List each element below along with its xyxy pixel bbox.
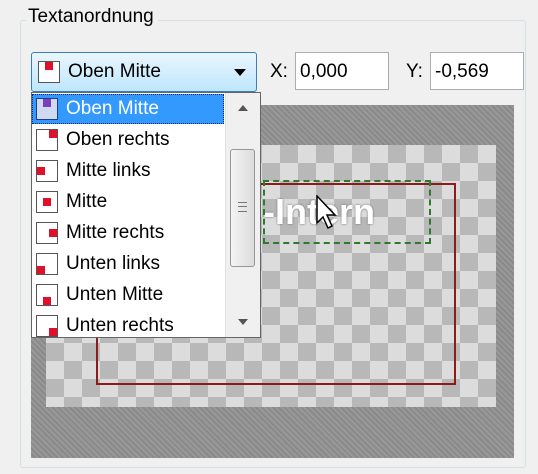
x-label: X: bbox=[270, 61, 288, 82]
list-item-label: Mitte links bbox=[66, 160, 151, 181]
list-item-label: Oben Mitte bbox=[66, 98, 159, 119]
list-item-label: Unten rechts bbox=[66, 315, 174, 336]
position-top-center-icon bbox=[36, 98, 58, 120]
list-item[interactable]: Oben Mitte bbox=[32, 94, 224, 124]
list-item-label: Mitte bbox=[66, 191, 108, 212]
y-label: Y: bbox=[406, 61, 423, 82]
dropdown-scrollbar[interactable] bbox=[225, 93, 260, 337]
group-title: Textanordnung bbox=[26, 6, 158, 28]
text-position-combobox[interactable]: Oben Mitte bbox=[31, 52, 257, 92]
position-dropdown-list[interactable]: Oben Mitte Oben rechts Mitte links Mitte… bbox=[31, 92, 261, 338]
arrow-up-icon bbox=[238, 105, 248, 111]
x-coordinate-input[interactable]: 0,000 bbox=[295, 52, 389, 90]
y-coordinate-input[interactable]: -0,569 bbox=[430, 52, 524, 90]
list-item-label: Oben rechts bbox=[66, 129, 170, 150]
position-bottom-right-icon bbox=[36, 315, 58, 337]
list-item-label: Unten links bbox=[66, 253, 160, 274]
grip-icon bbox=[238, 202, 247, 212]
text-bounding-box[interactable] bbox=[263, 180, 431, 244]
list-item[interactable]: Unten Mitte bbox=[32, 280, 224, 310]
scroll-up-button[interactable] bbox=[226, 93, 260, 123]
list-item[interactable]: Mitte links bbox=[32, 156, 224, 186]
list-item[interactable]: Unten links bbox=[32, 249, 224, 279]
combo-selected-label: Oben Mitte bbox=[68, 61, 161, 82]
scrollbar-thumb[interactable] bbox=[230, 149, 255, 267]
position-bottom-center-icon bbox=[36, 284, 58, 306]
mouse-cursor-icon bbox=[316, 195, 337, 230]
list-item[interactable]: Mitte rechts bbox=[32, 218, 224, 248]
position-middle-left-icon bbox=[36, 160, 58, 182]
arrow-down-icon bbox=[238, 319, 248, 325]
list-item-label: Mitte rechts bbox=[66, 222, 165, 243]
chevron-down-icon[interactable] bbox=[234, 69, 246, 76]
position-bottom-left-icon bbox=[36, 253, 58, 275]
list-item[interactable]: Mitte bbox=[32, 187, 224, 217]
scroll-down-button[interactable] bbox=[226, 307, 260, 337]
list-item-label: Unten Mitte bbox=[66, 284, 164, 305]
position-top-right-icon bbox=[36, 129, 58, 151]
list-item[interactable]: Unten rechts bbox=[32, 311, 224, 337]
list-item[interactable]: Oben rechts bbox=[32, 125, 224, 155]
position-middle-right-icon bbox=[36, 222, 58, 244]
position-top-center-icon bbox=[38, 61, 60, 83]
position-middle-center-icon bbox=[36, 191, 58, 213]
